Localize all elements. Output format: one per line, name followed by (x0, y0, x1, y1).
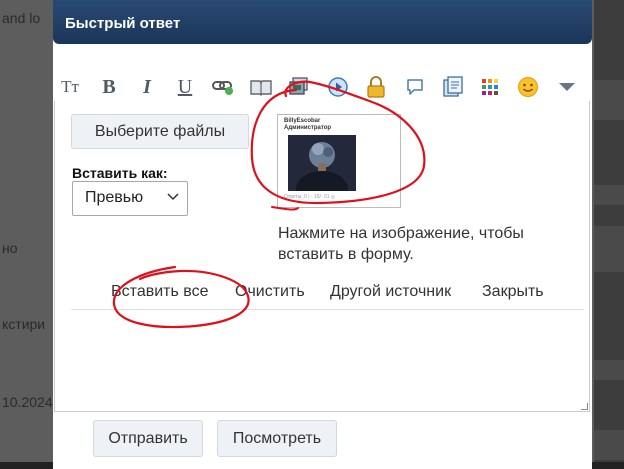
lock-icon[interactable] (363, 73, 389, 101)
color-grid-icon[interactable] (477, 73, 503, 101)
preview-button[interactable]: Посмотреть (217, 420, 337, 457)
insert-image-hint: Нажмите на изображение, чтобы вставить в… (278, 225, 524, 263)
insert-as-select[interactable]: Превью (72, 181, 188, 216)
clear-link[interactable]: Очистить (235, 283, 305, 301)
dropdown-arrow-icon[interactable] (554, 73, 580, 101)
bold-icon[interactable]: B (96, 73, 122, 101)
media-play-icon[interactable] (325, 73, 351, 101)
choose-files-button[interactable]: Выберите файлы (71, 114, 249, 149)
text-size-icon[interactable]: Tт (57, 73, 83, 101)
background-text: 10.2024 (2, 394, 53, 410)
background-text: кстири (2, 316, 46, 332)
upload-actions: Вставить все Очистить Другой источник За… (71, 283, 584, 305)
thumbnail-footer: Ответы: 0 | · 15/· 01 ◎ (284, 194, 336, 200)
speech-bubble-icon[interactable] (402, 73, 428, 101)
underline-icon[interactable]: U (172, 73, 198, 101)
send-button[interactable]: Отправить (93, 420, 203, 457)
uploaded-image-thumbnail[interactable]: BillyEscobar Администратор Ответы: 0 | ·… (277, 114, 401, 208)
italic-icon[interactable]: I (134, 73, 160, 101)
quick-reply-modal: Быстрый ответ Tт B I U Выберите файлы Вс… (53, 0, 592, 469)
close-link[interactable]: Закрыть (482, 283, 544, 301)
thumbnail-username: BillyEscobar Администратор (284, 118, 332, 131)
insert-all-link[interactable]: Вставить все (111, 283, 208, 301)
editor-resize-handle[interactable] (581, 403, 588, 410)
attachment-upload-panel: Выберите файлы Вставить как: Превью Bill… (71, 107, 584, 310)
modal-title: Быстрый ответ (65, 15, 181, 32)
image-icon[interactable] (286, 73, 312, 101)
other-source-link[interactable]: Другой источник (330, 283, 451, 301)
background-text: но (2, 240, 18, 256)
thumbnail-avatar-image (288, 135, 356, 191)
background-sidebar (594, 0, 624, 469)
insert-as-value: Превью (85, 189, 144, 206)
book-icon[interactable] (248, 73, 274, 101)
chevron-down-icon (167, 193, 179, 201)
message-editor[interactable]: Выберите файлы Вставить как: Превью Bill… (54, 101, 590, 412)
insert-as-label: Вставить как: (72, 165, 168, 181)
link-icon[interactable] (210, 73, 236, 101)
quote-icon[interactable] (440, 73, 466, 101)
modal-titlebar: Быстрый ответ (53, 0, 592, 44)
smiley-icon[interactable] (515, 73, 541, 101)
editor-toolbar: Tт B I U (53, 73, 592, 101)
background-text: and lo (2, 10, 41, 26)
